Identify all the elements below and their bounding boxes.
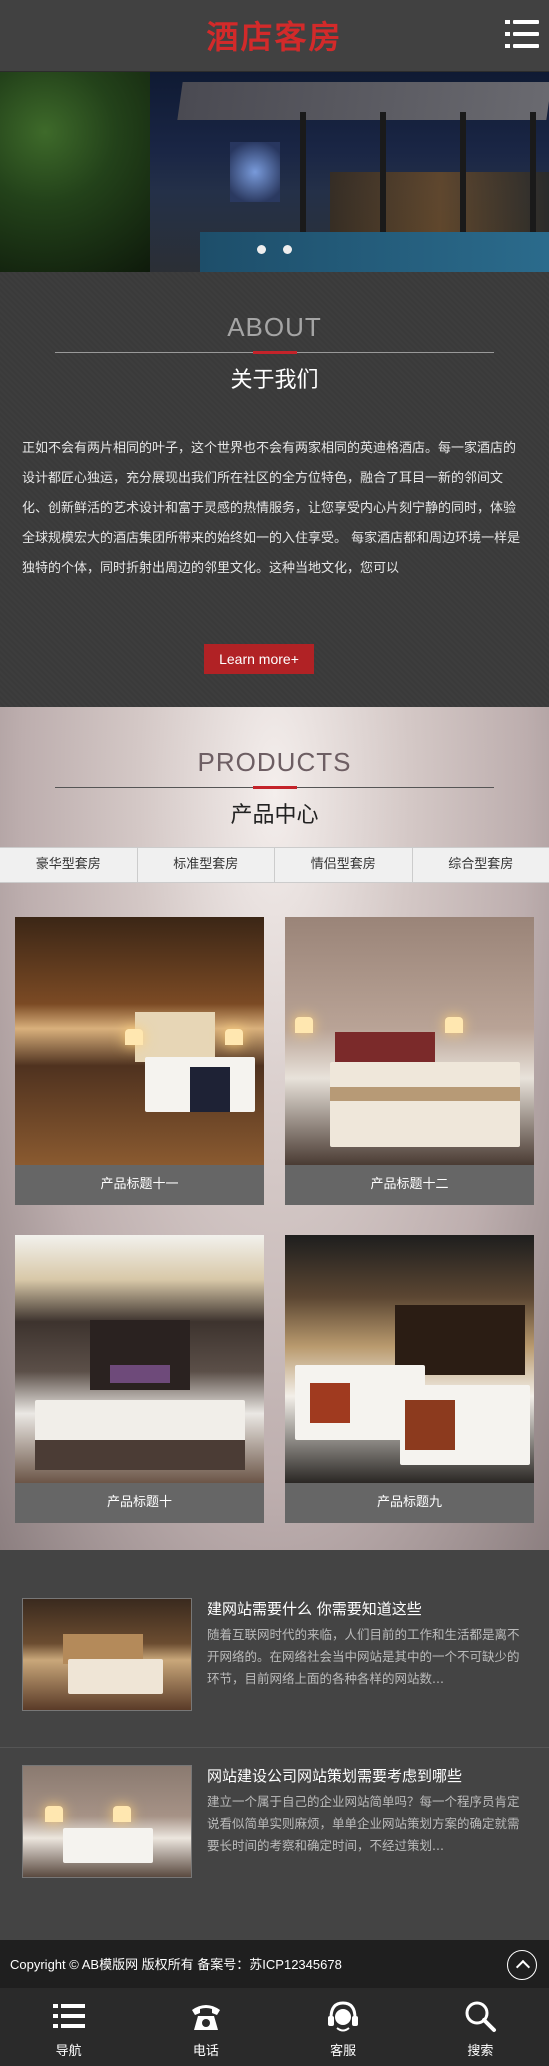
news-thumbnail	[22, 1765, 192, 1878]
product-card[interactable]: 产品标题十一	[15, 917, 264, 1205]
nav-label: 电话	[192, 2044, 219, 2059]
news-item[interactable]: 建网站需要什么 你需要知道这些 随着互联网时代的来临，人们目前的工作和生活都是离…	[0, 1598, 549, 1768]
about-title-en: ABOUT	[227, 312, 322, 342]
product-tabs: 豪华型套房 标准型套房 情侣型套房 综合型套房	[0, 847, 549, 883]
product-image	[285, 917, 534, 1165]
news-divider	[0, 1747, 549, 1748]
site-logo[interactable]: 酒店客房	[0, 12, 549, 58]
hamburger-menu-icon[interactable]	[505, 18, 539, 50]
products-divider	[55, 786, 494, 789]
news-desc: 随着互联网时代的来临，人们目前的工作和生活都是离不开网络的。在网络社会当中网站是…	[207, 1627, 520, 1686]
products-title-cn: 产品中心	[230, 803, 319, 828]
news-section: 建网站需要什么 你需要知道这些 随着互联网时代的来临，人们目前的工作和生活都是离…	[0, 1550, 549, 1940]
product-image	[285, 1235, 534, 1483]
about-divider	[55, 351, 494, 354]
banner-glow	[330, 172, 549, 232]
products-title-en: PRODUCTS	[197, 747, 352, 777]
tab-deluxe-suite[interactable]: 豪华型套房	[0, 848, 138, 882]
phone-icon	[191, 2005, 220, 2030]
product-card[interactable]: 产品标题十二	[285, 917, 534, 1205]
news-desc: 建立一个属于自己的企业网站简单吗？每一个程序员肯定说看似简单实则麻烦，单单企业网…	[207, 1794, 520, 1853]
back-to-top-icon[interactable]	[507, 1950, 537, 1980]
nav-item-service[interactable]: 客服	[275, 1988, 412, 2066]
headset-icon	[328, 2001, 359, 2032]
about-title-cn: 关于我们	[230, 368, 319, 393]
nav-item-phone[interactable]: 电话	[137, 1988, 274, 2066]
product-title: 产品标题十一	[15, 1165, 264, 1205]
search-icon	[465, 2001, 497, 2032]
tab-standard-suite[interactable]: 标准型套房	[138, 848, 275, 882]
nav-label: 客服	[330, 2044, 357, 2059]
tab-couple-suite[interactable]: 情侣型套房	[275, 848, 413, 882]
copyright-bar: Copyright © AB模版网 版权所有 备案号：苏ICP12345678	[0, 1940, 549, 1988]
about-section: ABOUT 关于我们 正如不会有两片相同的叶子，这个世界也不会有两家相同的英迪格…	[0, 272, 549, 707]
banner-pillar	[530, 112, 536, 242]
hero-banner[interactable]	[0, 72, 549, 272]
header: 酒店客房	[0, 0, 549, 72]
nav-item-menu[interactable]: 导航	[0, 1988, 137, 2066]
news-title[interactable]: 建网站需要什么 你需要知道这些	[207, 1598, 527, 1619]
product-card[interactable]: 产品标题十	[15, 1235, 264, 1523]
product-image	[15, 1235, 264, 1483]
banner-pillar	[300, 112, 306, 242]
slider-dot-1[interactable]	[256, 245, 266, 254]
learn-more-button[interactable]: Learn more+	[204, 644, 314, 674]
banner-lights	[230, 142, 280, 202]
bottom-nav: 导航 电话 客服 搜索	[0, 1988, 549, 2066]
product-image	[15, 917, 264, 1165]
product-title: 产品标题十	[15, 1483, 264, 1523]
nav-label: 导航	[55, 2044, 82, 2059]
slider-dots	[0, 239, 549, 258]
nav-item-search[interactable]: 搜索	[412, 1988, 549, 2066]
slider-dot-2[interactable]	[283, 245, 293, 254]
product-card[interactable]: 产品标题九	[285, 1235, 534, 1523]
banner-pillar	[380, 112, 386, 242]
news-item[interactable]: 网站建设公司网站策划需要考虑到哪些 建立一个属于自己的企业网站简单吗？每一个程序…	[0, 1765, 549, 1935]
banner-pillar	[460, 112, 466, 242]
product-title: 产品标题十二	[285, 1165, 534, 1205]
nav-label: 搜索	[467, 2044, 494, 2059]
copyright-text: Copyright © AB模版网 版权所有 备案号：苏ICP12345678	[10, 1957, 342, 1972]
tab-mixed-suite[interactable]: 综合型套房	[413, 848, 549, 882]
news-title[interactable]: 网站建设公司网站策划需要考虑到哪些	[207, 1765, 527, 1786]
products-section: PRODUCTS 产品中心 豪华型套房 标准型套房 情侣型套房 综合型套房 产品…	[0, 707, 549, 1550]
list-icon	[52, 2004, 85, 2028]
banner-roof	[177, 82, 549, 120]
news-thumbnail	[22, 1598, 192, 1711]
about-body: 正如不会有两片相同的叶子，这个世界也不会有两家相同的英迪格酒店。每一家酒店的设计…	[22, 441, 521, 576]
product-title: 产品标题九	[285, 1483, 534, 1523]
